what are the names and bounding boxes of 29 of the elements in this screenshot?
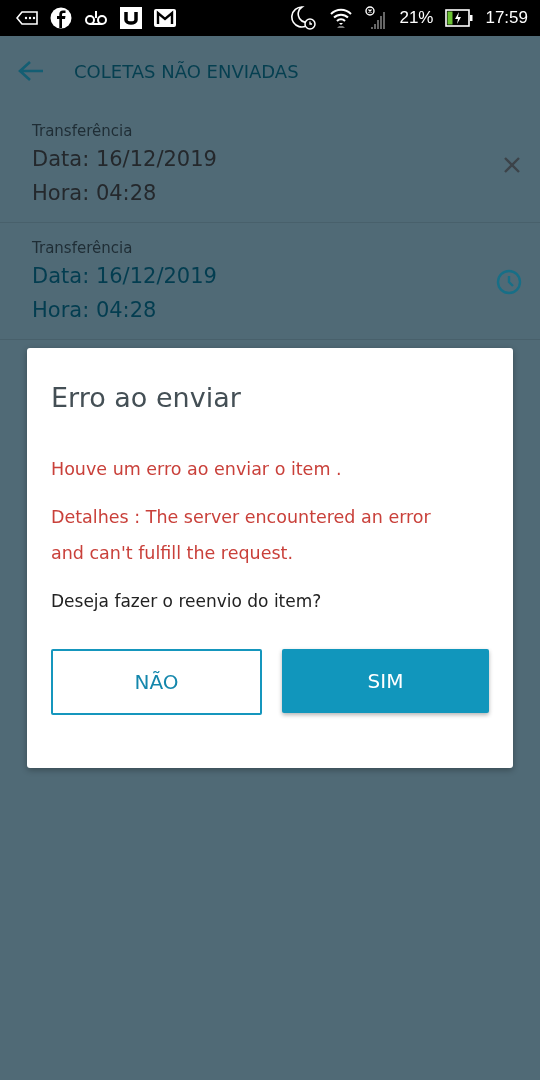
- confirm-button[interactable]: SIM: [282, 649, 489, 713]
- back-arrow-icon[interactable]: [18, 60, 44, 82]
- clock-time: 17:59: [485, 8, 528, 28]
- screen-title: COLETAS NÃO ENVIADAS: [74, 60, 299, 82]
- list-item[interactable]: Transferência Data: 16/12/2019 Hora: 04:28: [0, 223, 540, 340]
- error-message: Houve um erro ao enviar o item .: [51, 458, 343, 481]
- app-icon: [120, 7, 142, 29]
- resend-question: Deseja fazer o reenvio do item?: [51, 590, 323, 613]
- battery-percent: 21%: [399, 8, 434, 28]
- dialog-title: Erro ao enviar: [51, 382, 242, 413]
- item-type: Transferência: [32, 121, 134, 142]
- item-time: Hora: 04:28: [32, 297, 158, 324]
- battery-charging-icon: [445, 9, 474, 27]
- item-type: Transferência: [32, 238, 134, 259]
- voicemail-icon: [84, 10, 108, 26]
- moon-alarm-icon: [291, 5, 318, 31]
- close-icon[interactable]: [502, 155, 522, 175]
- signal-icon: [365, 6, 388, 30]
- clock-icon[interactable]: [496, 269, 522, 295]
- mail-icon: [154, 9, 176, 27]
- error-details: Detalhes : The server encountered an error and can't fulfill the request.: [51, 506, 432, 565]
- item-time: Hora: 04:28: [32, 180, 158, 207]
- cancel-button[interactable]: NÃO: [51, 649, 262, 715]
- item-date: Data: 16/12/2019: [32, 146, 218, 173]
- item-date: Data: 16/12/2019: [32, 263, 218, 290]
- tag-icon: [16, 11, 38, 25]
- social-app-icon: [50, 7, 72, 29]
- list-item[interactable]: Transferência Data: 16/12/2019 Hora: 04:28: [0, 106, 540, 223]
- wifi-icon: [329, 7, 354, 29]
